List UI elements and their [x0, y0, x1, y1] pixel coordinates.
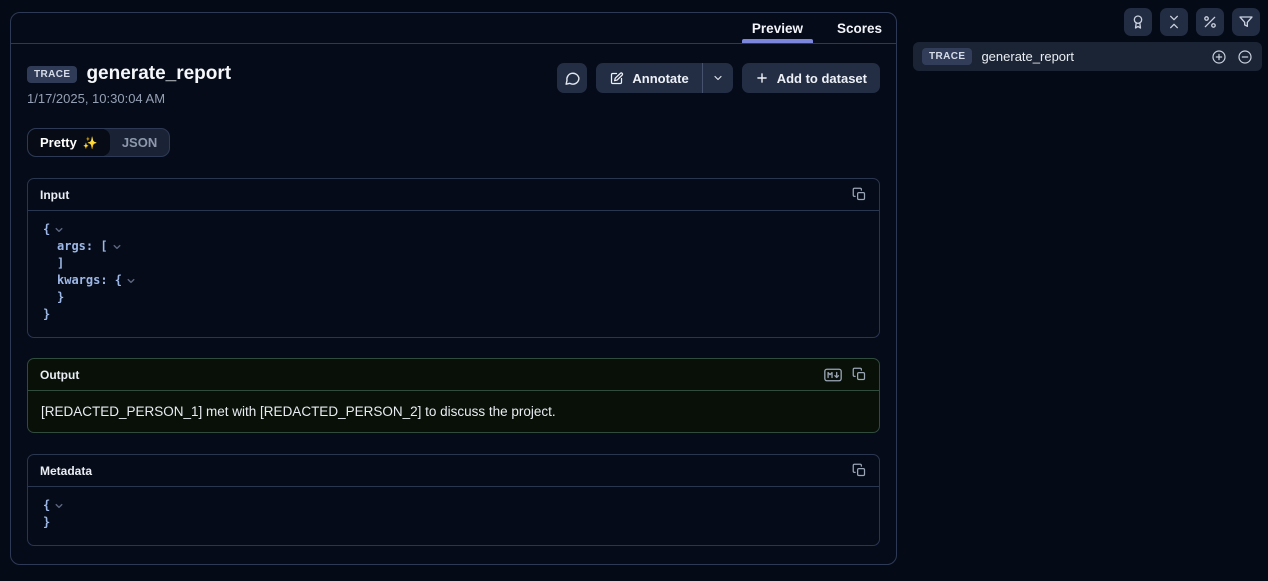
output-content: [REDACTED_PERSON_1] met with [REDACTED_P… [28, 391, 879, 432]
plus-icon [755, 71, 769, 85]
sidebar-toolbar [1124, 8, 1260, 36]
sidebar-trace-label: generate_report [981, 49, 1074, 64]
output-panel-title: Output [40, 368, 79, 382]
markdown-toggle-button[interactable] [824, 368, 842, 382]
code-line: ] [43, 255, 864, 272]
annotate-pencil-icon [609, 71, 624, 86]
code-token: args: [ [57, 238, 108, 255]
chevron-down-icon [712, 72, 724, 84]
sidebar-trace-badge: TRACE [922, 48, 972, 65]
add-to-dataset-button[interactable]: Add to dataset [742, 63, 880, 93]
collapse-chevron-icon[interactable] [54, 501, 64, 511]
copy-icon [852, 463, 867, 478]
award-icon [1130, 14, 1146, 30]
annotate-split-button: Annotate [596, 63, 732, 93]
copy-icon [852, 367, 867, 382]
copy-icon [852, 187, 867, 202]
tab-scores[interactable]: Scores [831, 13, 888, 43]
annotation-queue-button[interactable] [1124, 8, 1152, 36]
plus-circle-icon [1211, 49, 1227, 65]
input-panel-header: Input [28, 179, 879, 211]
trace-header: TRACE generate_report 1/17/2025, 10:30:0… [27, 63, 880, 106]
collapse-vertical-button[interactable] [1160, 8, 1188, 36]
metadata-panel: Metadata {} [27, 454, 880, 546]
code-line: } [43, 306, 864, 323]
sidebar-row-actions [1211, 49, 1253, 65]
trace-type-badge: TRACE [27, 66, 77, 83]
metadata-panel-title: Metadata [40, 464, 92, 478]
metadata-json-tree: {} [28, 487, 879, 545]
code-line: { [43, 221, 864, 238]
annotate-dropdown-button[interactable] [703, 63, 733, 93]
copy-metadata-button[interactable] [852, 463, 867, 478]
annotate-label: Annotate [632, 71, 688, 86]
minus-circle-icon [1237, 49, 1253, 65]
trace-identity: TRACE generate_report 1/17/2025, 10:30:0… [27, 63, 231, 106]
filter-button[interactable] [1232, 8, 1260, 36]
trace-detail-card: Preview Scores TRACE generate_report 1/1… [10, 12, 897, 565]
view-toggle-row: Pretty ✨ JSON [27, 128, 880, 157]
percent-icon [1202, 14, 1218, 30]
markdown-icon [824, 368, 842, 382]
filter-funnel-icon [1238, 14, 1254, 30]
view-toggle: Pretty ✨ JSON [27, 128, 170, 157]
code-line: { [43, 497, 864, 514]
collapse-chevron-icon[interactable] [54, 225, 64, 235]
pretty-label: Pretty [40, 135, 77, 150]
code-token: kwargs: { [57, 272, 122, 289]
panels: Input { args: []kwargs: {}} Output [27, 178, 880, 546]
copy-output-button[interactable] [852, 367, 867, 382]
code-token: } [43, 514, 50, 531]
sidebar-trace-row[interactable]: TRACE generate_report [913, 42, 1262, 71]
output-panel-header: Output [28, 359, 879, 391]
trace-actions: Annotate Add to dataset [557, 63, 880, 93]
trace-title: generate_report [86, 63, 231, 85]
percent-button[interactable] [1196, 8, 1224, 36]
json-label: JSON [122, 135, 157, 150]
trace-timestamp: 1/17/2025, 10:30:04 AM [27, 91, 231, 106]
copy-input-button[interactable] [852, 187, 867, 202]
output-panel: Output [REDACTED_PERSON_1] met with [RED… [27, 358, 880, 433]
code-line: args: [ [43, 238, 864, 255]
sparkles-icon: ✨ [83, 136, 98, 150]
code-token: { [43, 221, 50, 238]
pretty-toggle[interactable]: Pretty ✨ [28, 129, 110, 156]
add-to-dataset-label: Add to dataset [777, 71, 867, 86]
tab-scores-label: Scores [837, 21, 882, 36]
metadata-panel-header: Metadata [28, 455, 879, 487]
code-line: } [43, 514, 864, 531]
expand-all-button[interactable] [1211, 49, 1227, 65]
tab-preview[interactable]: Preview [746, 13, 809, 43]
code-line: kwargs: { [43, 272, 864, 289]
collapse-all-button[interactable] [1237, 49, 1253, 65]
input-json-tree: { args: []kwargs: {}} [28, 211, 879, 337]
annotate-button[interactable]: Annotate [596, 63, 701, 93]
input-panel-title: Input [40, 188, 69, 202]
input-panel: Input { args: []kwargs: {}} [27, 178, 880, 338]
json-toggle[interactable]: JSON [110, 129, 169, 156]
fold-vertical-icon [1166, 14, 1182, 30]
code-token: } [57, 289, 64, 306]
code-token: ] [57, 255, 64, 272]
code-token: { [43, 497, 50, 514]
code-token: } [43, 306, 50, 323]
tab-preview-label: Preview [752, 21, 803, 36]
collapse-chevron-icon[interactable] [126, 276, 136, 286]
collapse-chevron-icon[interactable] [112, 242, 122, 252]
comment-icon [564, 70, 581, 87]
code-line: } [43, 289, 864, 306]
tab-bar: Preview Scores [11, 13, 896, 44]
comment-button[interactable] [557, 63, 587, 93]
